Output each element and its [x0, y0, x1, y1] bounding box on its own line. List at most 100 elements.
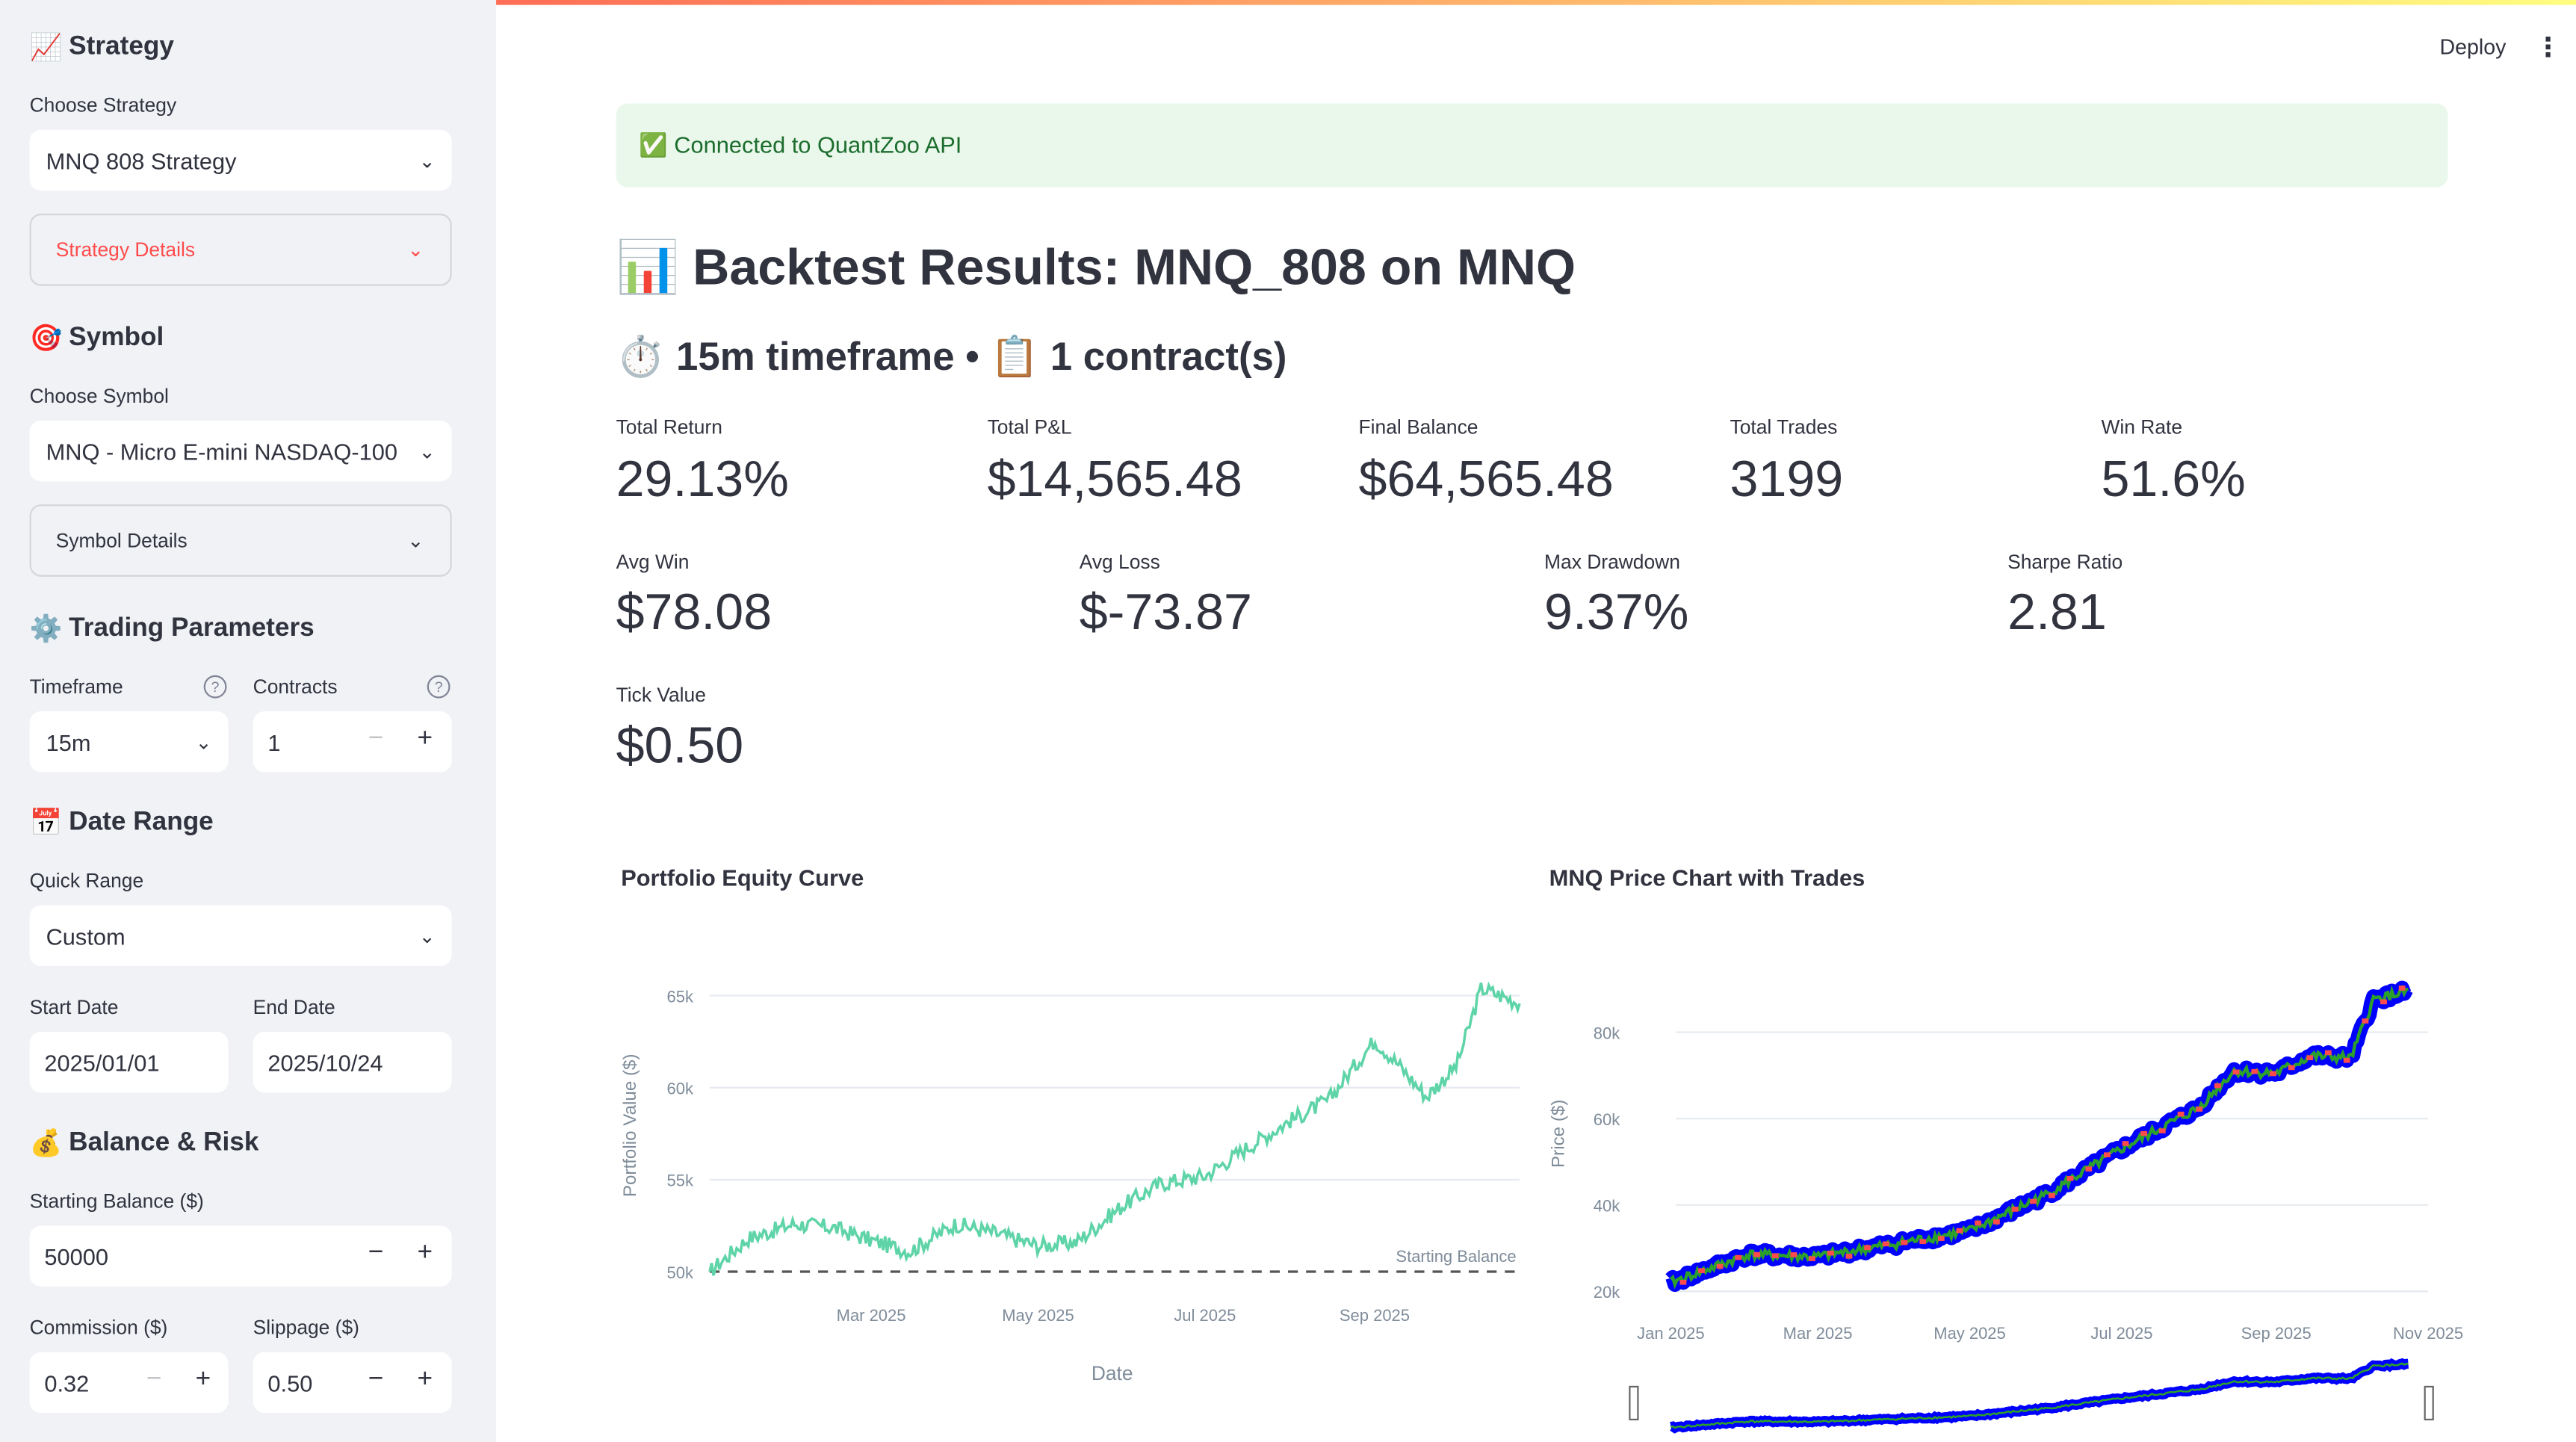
trade-marker — [2270, 1071, 2276, 1077]
metric-value: 2.81 — [2007, 583, 2107, 641]
trade-marker — [2177, 1111, 2185, 1117]
strategy-details-expander[interactable]: Strategy Details ⌄ — [29, 213, 452, 286]
y-tick-label: 60k — [667, 1080, 694, 1098]
metric-label: Final Balance — [1358, 415, 1479, 439]
end-date-label: End Date — [253, 995, 335, 1019]
range-slider-right-handle[interactable] — [2424, 1385, 2434, 1421]
timeframe-select[interactable]: 15m ⌄ — [29, 711, 229, 773]
y-tick-label: 50k — [667, 1263, 694, 1282]
choose-symbol-label: Choose Symbol — [29, 384, 169, 408]
trade-marker — [1956, 1228, 1963, 1234]
bar-chart-icon: 📊 — [616, 238, 680, 296]
start-date-label: Start Date — [29, 995, 119, 1019]
slippage-increment-button[interactable]: + — [418, 1365, 433, 1395]
metric-value: 3199 — [1730, 450, 1844, 508]
trade-marker — [2085, 1166, 2093, 1172]
trade-marker — [2343, 1057, 2350, 1063]
y-tick-label: 65k — [667, 987, 694, 1006]
price-chart[interactable]: 20k 40k 60k 80k Jan 2025 Mar 2025 May 2025 Jul … — [1536, 953, 2464, 1442]
metric-value: 29.13% — [616, 450, 789, 508]
trade-marker — [1698, 1268, 1705, 1273]
x-tick-label: May 2025 — [1933, 1324, 2005, 1343]
trade-marker — [2398, 985, 2406, 991]
metric-label: Win Rate — [2101, 415, 2183, 439]
page-subtitle: ⏱️ 15m timeframe • 📋 1 contract(s) — [616, 335, 1287, 380]
contracts-increment-button[interactable]: + — [418, 725, 433, 755]
chevron-down-icon: ⌄ — [407, 529, 424, 552]
metric-label: Max Drawdown — [1544, 550, 1680, 574]
trade-marker — [2232, 1069, 2240, 1075]
strategy-select[interactable]: MNQ 808 Strategy ⌄ — [29, 129, 452, 191]
y-tick-label: 60k — [1594, 1110, 1620, 1129]
target-icon: 🎯 — [29, 325, 63, 353]
help-icon[interactable]: ? — [427, 675, 451, 699]
date-range-heading-text: Date Range — [69, 808, 214, 837]
chevron-down-icon: ⌄ — [418, 923, 436, 947]
trade-marker — [1716, 1263, 1724, 1269]
deploy-button[interactable]: Deploy — [2439, 34, 2506, 59]
metric-label: Avg Loss — [1079, 550, 1160, 574]
metric-label: Total Trades — [1730, 415, 1838, 439]
starting-balance-annotation: Starting Balance — [1396, 1247, 1516, 1266]
trade-marker — [2306, 1055, 2314, 1061]
x-tick-label: Jul 2025 — [1174, 1306, 1236, 1325]
slippage-decrement-button[interactable]: − — [368, 1365, 384, 1395]
calendar-icon: 📅 — [29, 810, 63, 838]
trade-marker — [2011, 1207, 2019, 1212]
trade-marker — [1937, 1236, 1945, 1241]
price-y-axis-label: Price ($) — [1548, 1100, 1568, 1168]
range-slider-left-handle[interactable] — [1629, 1385, 1639, 1421]
x-tick-label: Mar 2025 — [837, 1306, 906, 1325]
x-tick-label: Sep 2025 — [1340, 1306, 1410, 1325]
metric-value: 9.37% — [1544, 583, 1689, 641]
timeframe-label: Timeframe — [29, 675, 123, 699]
end-date-input[interactable]: 2025/10/24 — [253, 1031, 452, 1093]
commission-value: 0.32 — [44, 1369, 90, 1396]
equity-chart[interactable]: 50k 55k 60k 65k Mar 2025 May 2025 Jul 2025 Sep … — [608, 953, 1544, 1396]
quick-range-select[interactable]: Custom ⌄ — [29, 905, 452, 967]
trade-marker — [2048, 1192, 2055, 1198]
money-bag-icon: 💰 — [29, 1130, 63, 1159]
start-date-input[interactable]: 2025/01/01 — [29, 1031, 229, 1093]
trade-marker — [2196, 1107, 2203, 1112]
starting-balance-input[interactable]: 50000 — [29, 1225, 452, 1287]
symbol-details-label: Symbol Details — [55, 529, 188, 552]
trade-marker — [1827, 1250, 1834, 1256]
y-tick-label: 55k — [667, 1172, 694, 1190]
metric-label: Avg Win — [616, 550, 690, 574]
trade-marker — [2251, 1068, 2258, 1074]
gear-icon: ⚙️ — [29, 616, 63, 645]
y-tick-label: 40k — [1594, 1197, 1620, 1216]
more-options-icon[interactable]: ⋮ — [2535, 31, 2561, 64]
page-title-text: Backtest Results: MNQ_808 on MNQ — [693, 237, 1576, 295]
commission-increment-button[interactable]: + — [196, 1365, 211, 1395]
metric-value: $64,565.48 — [1358, 450, 1614, 508]
contracts-label: Contracts — [253, 675, 338, 699]
starting-balance-decrement-button[interactable]: − — [368, 1239, 384, 1269]
metric-label: Total Return — [616, 415, 722, 439]
chevron-down-icon: ⌄ — [195, 730, 212, 754]
contracts-decrement-button[interactable]: − — [368, 725, 384, 755]
quick-range-label: Quick Range — [29, 869, 144, 893]
symbol-details-expander[interactable]: Symbol Details ⌄ — [29, 504, 452, 577]
metric-label: Sharpe Ratio — [2007, 550, 2123, 574]
contracts-value: 1 — [267, 728, 281, 755]
commission-decrement-button[interactable]: − — [146, 1365, 162, 1395]
balance-risk-heading: 💰 Balance & Risk — [30, 1127, 259, 1160]
quick-range-value: Custom — [46, 922, 126, 949]
end-date-value: 2025/10/24 — [267, 1049, 383, 1076]
starting-balance-increment-button[interactable]: + — [418, 1239, 433, 1269]
x-tick-label: Jul 2025 — [2090, 1324, 2152, 1343]
symbol-select[interactable]: MNQ - Micro E-mini NASDAQ-100 ⌄ — [29, 420, 452, 482]
commission-label: Commission ($) — [29, 1316, 168, 1340]
chevron-down-icon: ⌄ — [418, 439, 436, 463]
slippage-value: 0.50 — [267, 1369, 313, 1396]
x-tick-label: May 2025 — [1002, 1306, 1074, 1325]
symbol-select-value: MNQ - Micro E-mini NASDAQ-100 — [46, 438, 397, 465]
start-date-value: 2025/01/01 — [44, 1049, 160, 1076]
help-icon[interactable]: ? — [203, 675, 227, 699]
chevron-down-icon: ⌄ — [407, 238, 424, 262]
equity-y-axis-label: Portfolio Value ($) — [620, 1053, 640, 1197]
trade-marker — [2122, 1141, 2129, 1146]
sidebar: 📈 Strategy Choose Strategy MNQ 808 Strat… — [0, 0, 497, 1442]
